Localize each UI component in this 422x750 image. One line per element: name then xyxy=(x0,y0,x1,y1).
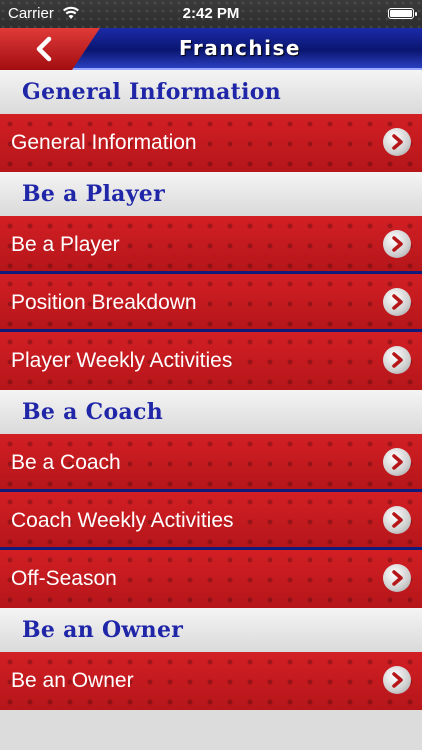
section-header-general-information: General Information xyxy=(0,70,422,114)
chevron-right-icon xyxy=(383,506,411,534)
section-header-be-a-player: Be a Player xyxy=(0,172,422,216)
row-label: Coach Weekly Activities xyxy=(11,509,234,532)
app-screen: Carrier 2:42 PM Franchise General Inform… xyxy=(0,0,422,750)
row-label: Be a Player xyxy=(11,233,120,256)
row-label: General Information xyxy=(11,131,197,154)
row-be-a-coach[interactable]: Be a Coach xyxy=(0,434,422,492)
chevron-right-icon xyxy=(383,288,411,316)
row-be-an-owner[interactable]: Be an Owner xyxy=(0,652,422,710)
row-label: Player Weekly Activities xyxy=(11,349,233,372)
row-position-breakdown[interactable]: Position Breakdown xyxy=(0,274,422,332)
chevron-left-icon xyxy=(36,36,52,62)
row-general-information[interactable]: General Information xyxy=(0,114,422,172)
row-player-weekly-activities[interactable]: Player Weekly Activities xyxy=(0,332,422,390)
chevron-right-icon xyxy=(383,666,411,694)
row-coach-weekly-activities[interactable]: Coach Weekly Activities xyxy=(0,492,422,550)
section-header-be-a-coach: Be a Coach xyxy=(0,390,422,434)
chevron-right-icon xyxy=(383,448,411,476)
row-label: Off-Season xyxy=(11,567,117,590)
franchise-menu-list: General Information General Information … xyxy=(0,70,422,710)
chevron-right-icon xyxy=(383,230,411,258)
row-label: Be an Owner xyxy=(11,669,134,692)
section-header-be-an-owner: Be an Owner xyxy=(0,608,422,652)
status-bar: Carrier 2:42 PM xyxy=(0,0,422,28)
navigation-bar: Franchise xyxy=(0,28,422,70)
row-be-a-player[interactable]: Be a Player xyxy=(0,216,422,274)
row-off-season[interactable]: Off-Season xyxy=(0,550,422,608)
status-time: 2:42 PM xyxy=(182,5,240,22)
row-label: Be a Coach xyxy=(11,451,121,474)
battery-icon xyxy=(388,8,417,19)
chevron-right-icon xyxy=(383,346,411,374)
chevron-right-icon xyxy=(383,128,411,156)
page-title: Franchise xyxy=(179,36,301,60)
chevron-right-icon xyxy=(383,564,411,592)
top-band: Carrier 2:42 PM Franchise xyxy=(0,0,422,78)
row-label: Position Breakdown xyxy=(11,291,197,314)
